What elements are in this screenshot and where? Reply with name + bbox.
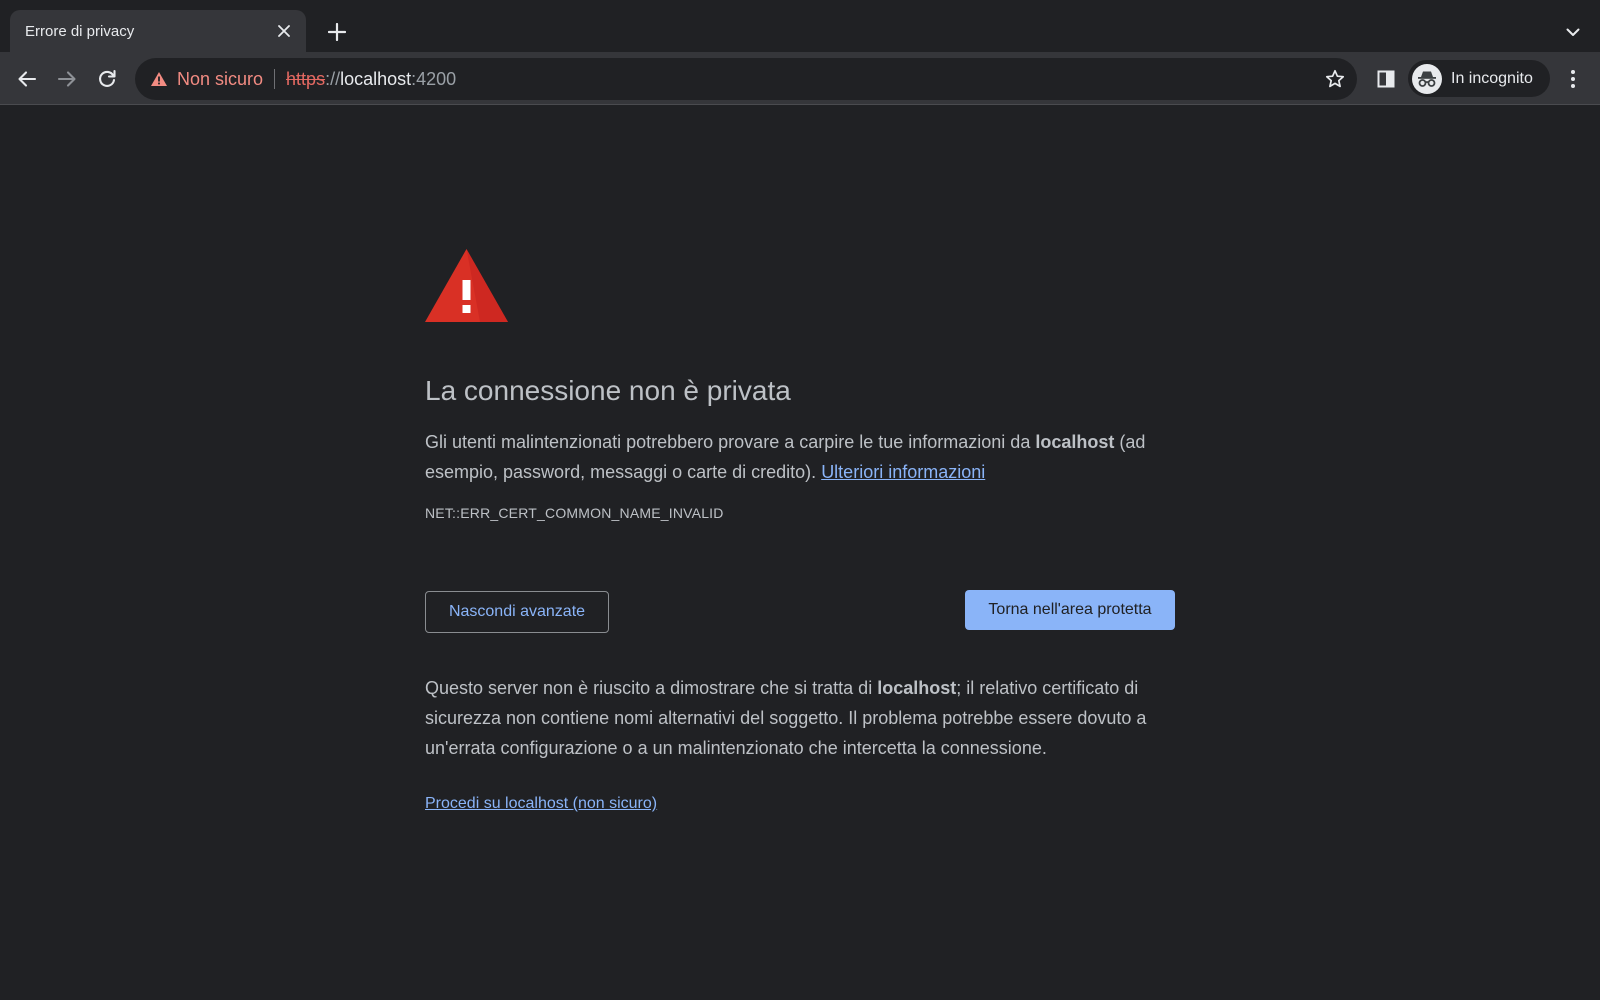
hide-advanced-button[interactable]: Nascondi avanzate — [425, 591, 609, 633]
button-row: Nascondi avanzate Torna nell'area protet… — [425, 590, 1175, 633]
side-panel-icon — [1377, 70, 1395, 88]
warning-triangle-icon — [425, 249, 508, 322]
intro-paragraph: Gli utenti malintenzionati potrebbero pr… — [425, 427, 1175, 487]
learn-more-link[interactable]: Ulteriori informazioni — [821, 462, 985, 482]
arrow-left-icon — [18, 71, 37, 87]
tab-title: Errore di privacy — [25, 22, 135, 40]
interstitial-content: La connessione non è privata Gli utenti … — [425, 249, 1175, 813]
details-text-before: Questo server non è riuscito a dimostrar… — [425, 678, 878, 698]
omnibox[interactable]: Non sicuro https://localhost:4200 — [135, 58, 1357, 100]
browser-menu-button[interactable] — [1559, 65, 1587, 93]
error-code: NET::ERR_CERT_COMMON_NAME_INVALID — [425, 505, 724, 521]
kebab-menu-icon — [1571, 70, 1575, 88]
tab-close-button[interactable] — [274, 21, 294, 41]
security-chip[interactable]: Non sicuro — [150, 69, 263, 90]
forward-button[interactable] — [50, 62, 84, 96]
back-to-safety-button[interactable]: Torna nell'area protetta — [965, 590, 1175, 630]
omnibox-divider — [274, 69, 276, 89]
new-tab-button[interactable] — [323, 18, 351, 46]
incognito-avatar — [1412, 63, 1442, 94]
proceed-unsafe-link[interactable]: Procedi su localhost (non sicuro) — [425, 795, 657, 813]
url-scheme: https — [286, 68, 326, 89]
incognito-icon — [1418, 71, 1436, 87]
toolbar: Non sicuro https://localhost:4200 In inc… — [0, 52, 1600, 105]
tab-strip: Errore di privacy — [0, 0, 1600, 52]
security-label: Non sicuro — [177, 68, 264, 89]
arrow-right-icon — [57, 71, 76, 87]
tab-search-button[interactable] — [1559, 18, 1587, 46]
bookmark-button[interactable] — [1323, 67, 1347, 91]
reload-button[interactable] — [90, 62, 124, 96]
intro-text-before: Gli utenti malintenzionati potrebbero pr… — [425, 432, 1036, 452]
chevron-down-icon — [1566, 28, 1580, 36]
url-port: :4200 — [411, 68, 457, 89]
details-host: localhost — [877, 678, 957, 698]
warning-triangle-icon — [151, 72, 167, 86]
reload-icon — [99, 69, 116, 87]
close-icon — [278, 25, 290, 37]
intro-host: localhost — [1035, 432, 1115, 452]
back-button[interactable] — [10, 62, 44, 96]
incognito-label: In incognito — [1451, 69, 1533, 87]
tab-active[interactable]: Errore di privacy — [10, 10, 306, 52]
star-icon — [1325, 69, 1345, 88]
advanced-details: Questo server non è riuscito a dimostrar… — [425, 673, 1175, 813]
incognito-profile-chip[interactable]: In incognito — [1408, 60, 1550, 97]
url-separator: :// — [325, 68, 341, 89]
side-panel-button[interactable] — [1372, 65, 1400, 93]
page-heading: La connessione non è privata — [425, 375, 791, 406]
url-text[interactable]: https://localhost:4200 — [286, 69, 456, 90]
url-host: localhost — [340, 68, 412, 89]
details-paragraph: Questo server non è riuscito a dimostrar… — [425, 673, 1175, 763]
plus-icon — [328, 23, 346, 41]
